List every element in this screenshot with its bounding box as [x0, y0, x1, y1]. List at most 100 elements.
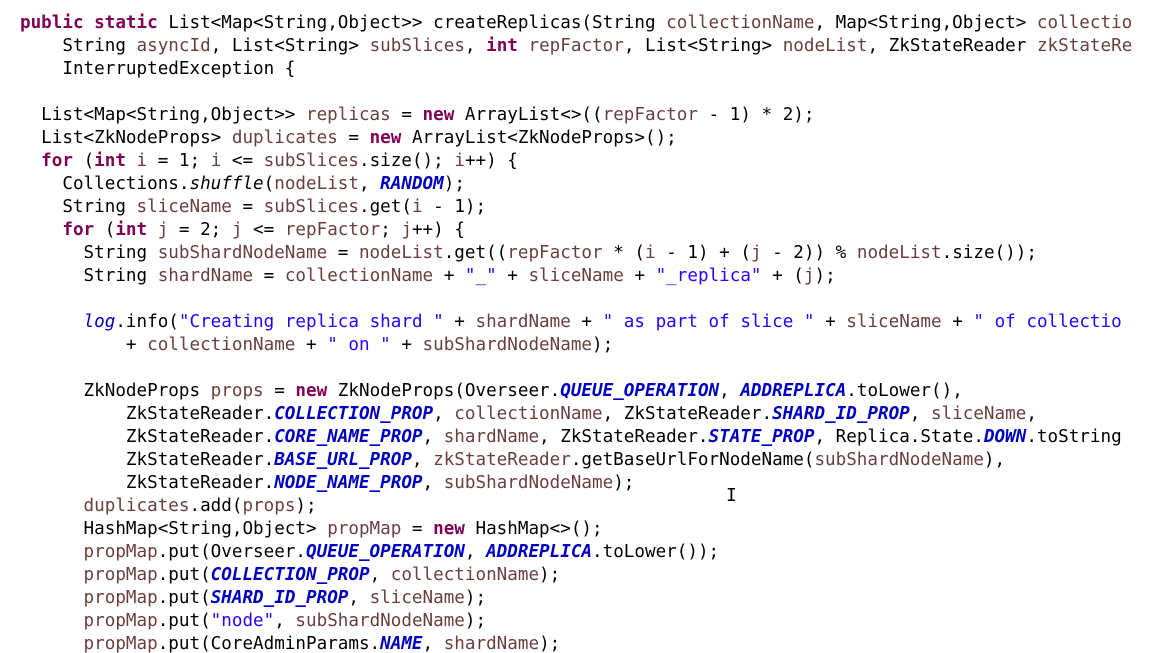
code-token: collectionName [147, 335, 296, 355]
code-token: log [20, 312, 116, 332]
code-line[interactable]: for (int j = 2; j <= repFactor; j++) { [20, 219, 465, 242]
code-token: + ( [761, 266, 804, 286]
code-line[interactable]: HashMap<String,Object> propMap = new Has… [20, 518, 603, 541]
code-token: "node" [210, 611, 275, 631]
code-token: , [1026, 404, 1037, 424]
code-token: .add( [189, 496, 243, 516]
code-line[interactable]: ZkNodeProps props = new ZkNodeProps(Over… [20, 380, 963, 403]
code-token: + [496, 266, 529, 286]
code-line[interactable]: ZkStateReader.COLLECTION_PROP, collectio… [20, 403, 1037, 426]
code-token: repFactor [284, 220, 381, 240]
code-token: shuffle [189, 174, 264, 194]
code-token: InterruptedException { [20, 59, 296, 79]
code-token: i [210, 151, 222, 171]
code-token: BASE_URL_PROP [274, 450, 412, 470]
code-line[interactable]: List<Map<String,Object>> replicas = new … [20, 104, 814, 127]
code-editor[interactable]: public static List<Map<String,Object>> c… [0, 0, 1167, 653]
code-token: , List<String> [623, 36, 783, 56]
code-token: , Replica.State. [814, 427, 984, 447]
code-token: ), [983, 450, 1006, 470]
code-token: i [454, 151, 465, 171]
code-token: , [358, 174, 381, 194]
code-token: .put(CoreAdminParams. [157, 634, 381, 653]
code-token: nodeList [274, 174, 359, 194]
code-line[interactable]: List<ZkNodeProps> duplicates = new Array… [20, 127, 677, 150]
code-line[interactable]: String shardName = collectionName + "_" … [20, 265, 836, 288]
code-line[interactable]: String asyncId, List<String> subSlices, … [20, 35, 1132, 58]
code-token: ); [464, 611, 487, 631]
code-token: - 1) + ( [655, 243, 751, 263]
code-token: <= [221, 151, 264, 171]
code-token: .get(( [443, 243, 508, 263]
code-token: subShardNodeName [422, 335, 593, 355]
code-token: propMap [20, 588, 158, 608]
code-token: .size()); [941, 243, 1037, 263]
code-line[interactable]: propMap.put(CoreAdminParams.NAME, shardN… [20, 633, 561, 653]
code-line[interactable]: propMap.put(Overseer.QUEUE_OPERATION, AD… [20, 541, 720, 564]
code-token: + [295, 335, 328, 355]
code-token: ZkStateReader. [20, 450, 275, 470]
code-token: zkStateRe [1036, 36, 1133, 56]
code-token: j [401, 220, 412, 240]
code-line[interactable]: propMap.put("node", subShardNodeName); [20, 610, 487, 633]
code-token: , [422, 473, 444, 493]
code-token: new [433, 519, 476, 539]
code-token: , [369, 565, 391, 585]
code-line[interactable]: duplicates.add(props); [20, 495, 317, 518]
code-line[interactable]: ZkStateReader.NODE_NAME_PROP, subShardNo… [20, 472, 634, 495]
code-line[interactable]: + collectionName + " on " + subShardNode… [20, 334, 613, 357]
code-line[interactable]: log.info("Creating replica shard " + sha… [20, 311, 1122, 334]
code-token: + [433, 266, 465, 286]
code-line[interactable]: ZkStateReader.CORE_NAME_PROP, shardName,… [20, 426, 1122, 449]
code-token: ); [295, 496, 317, 516]
code-token: , [433, 404, 455, 424]
code-token: - 1) * 2); [697, 105, 815, 125]
code-token: String [20, 197, 137, 217]
code-line[interactable]: String sliceName = subSlices.get(i - 1); [20, 196, 486, 219]
code-token: RANDOM [380, 174, 444, 194]
code-token: List<Map<String,Object>> [20, 105, 306, 125]
code-token: subSlices [369, 36, 465, 56]
code-token: = [390, 105, 423, 125]
code-line[interactable]: public static List<Map<String,Object>> c… [20, 12, 1132, 35]
code-line[interactable]: propMap.put(SHARD_ID_PROP, sliceName); [20, 587, 487, 610]
code-token: ++) { [411, 220, 465, 240]
code-token: shardName [157, 266, 254, 286]
code-line[interactable]: propMap.put(COLLECTION_PROP, collectionN… [20, 564, 561, 587]
code-token: NAME [380, 634, 423, 653]
code-token: i [645, 243, 656, 263]
code-line[interactable]: String subShardNodeName = nodeList.get((… [20, 242, 1037, 265]
code-token: for [20, 220, 105, 240]
code-token: + [941, 312, 974, 332]
code-token: static [94, 13, 169, 33]
code-line[interactable]: for (int i = 1; i <= subSlices.size(); i… [20, 150, 518, 173]
code-token: List<Map<String,Object>> createReplicas(… [168, 13, 667, 33]
code-token: "_" [464, 266, 497, 286]
code-token: String [20, 243, 158, 263]
code-token: .toString [1026, 427, 1122, 447]
code-token: collectionName [284, 266, 434, 286]
code-token: , ZkStateReader. [539, 427, 709, 447]
code-token: .put(Overseer. [157, 542, 306, 562]
code-token: " of collectio [973, 312, 1122, 332]
code-line[interactable]: Collections.shuffle(nodeList, RANDOM); [20, 173, 465, 196]
code-token: , [411, 450, 434, 470]
code-token: repFactor [528, 36, 624, 56]
code-token: j [750, 243, 762, 263]
code-token: nodeList [856, 243, 942, 263]
code-token: props [210, 381, 264, 401]
code-token: ZkStateReader. [20, 427, 275, 447]
code-line[interactable]: ZkStateReader.BASE_URL_PROP, zkStateRead… [20, 449, 1005, 472]
code-token: shardName [443, 634, 540, 653]
code-token: , List<String> [210, 36, 370, 56]
code-token: NODE_NAME_PROP [274, 473, 423, 493]
code-token: j [157, 220, 169, 240]
code-line[interactable]: InterruptedException { [20, 58, 295, 81]
code-token: , [422, 427, 444, 447]
code-token: " on " [327, 335, 391, 355]
code-token: replicas [306, 105, 391, 125]
code-token: = 2; [168, 220, 232, 240]
code-token: shardName [443, 427, 540, 447]
code-token: collectionName [390, 565, 540, 585]
code-token: + [570, 312, 603, 332]
